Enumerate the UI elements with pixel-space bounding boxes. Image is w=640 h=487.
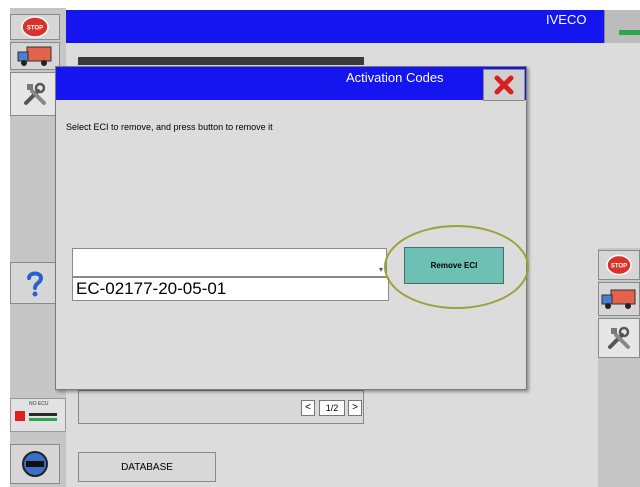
ecu-red-indicator <box>15 411 25 421</box>
page-indicator: 1/2 <box>319 400 345 416</box>
tools-icon <box>608 326 630 349</box>
progress-bar <box>78 57 364 65</box>
svg-text:STOP: STOP <box>27 26 43 32</box>
right-tools-button[interactable] <box>598 318 640 358</box>
prev-page-button[interactable]: < <box>301 400 315 416</box>
ecu-green-line <box>29 418 57 421</box>
connector-button[interactable] <box>10 444 60 484</box>
ecu-line <box>29 413 57 416</box>
pager: < 1/2 > <box>78 390 364 424</box>
ecu-status-panel: NO ECU <box>10 398 66 432</box>
dialog-title-bar: Activation Codes <box>56 67 526 100</box>
svg-text:STOP: STOP <box>611 264 627 270</box>
truck-button[interactable] <box>10 42 60 70</box>
instruction-text: Select ECI to remove, and press button t… <box>66 122 273 132</box>
question-icon <box>27 271 44 297</box>
stop-icon: STOP <box>21 16 49 38</box>
red-x-icon <box>494 75 514 95</box>
stop-button[interactable]: STOP <box>10 14 60 40</box>
tools-button[interactable] <box>10 72 60 116</box>
tools-icon <box>24 82 46 105</box>
brand-label: IVECO <box>546 12 587 27</box>
dialog-title: Activation Codes <box>346 70 444 85</box>
truck-icon <box>601 289 636 309</box>
ecu-label: NO ECU <box>29 401 49 407</box>
right-truck-button[interactable] <box>598 282 640 316</box>
next-page-button[interactable]: > <box>348 400 362 416</box>
database-button[interactable]: DATABASE <box>78 452 216 482</box>
eci-option[interactable]: EC-02177-20-05-01 <box>72 277 389 301</box>
right-stop-button[interactable]: STOP <box>598 250 640 280</box>
connector-icon <box>22 451 48 477</box>
top-right-status-button[interactable] <box>604 10 640 44</box>
highlight-ring <box>384 225 529 309</box>
chevron-down-icon[interactable]: ▾ <box>379 265 383 274</box>
eci-select[interactable]: ▾ <box>72 248 387 277</box>
status-indicator <box>619 30 640 35</box>
help-button[interactable] <box>10 262 60 304</box>
truck-icon <box>17 46 52 66</box>
stop-icon: STOP <box>606 254 632 276</box>
close-button[interactable] <box>483 69 525 101</box>
